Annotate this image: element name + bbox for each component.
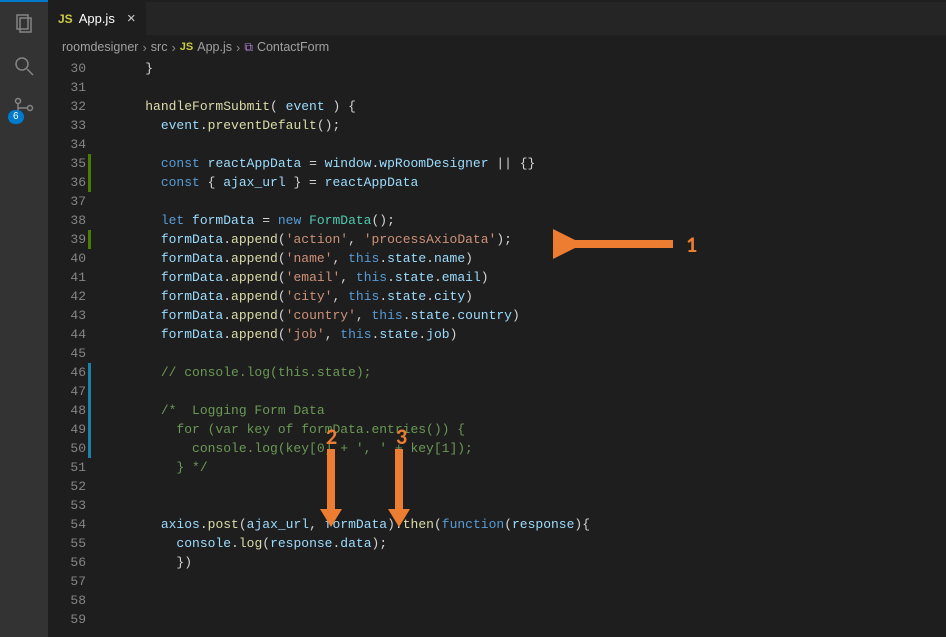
symbol-class-icon: ⧉ [244, 40, 253, 55]
code-line[interactable] [114, 344, 946, 363]
line-number: 44 [48, 325, 86, 344]
line-number: 58 [48, 591, 86, 610]
line-number: 48 [48, 401, 86, 420]
line-number: 57 [48, 572, 86, 591]
line-number: 43 [48, 306, 86, 325]
code-line[interactable]: formData.append('job', this.state.job) [114, 325, 946, 344]
code-line[interactable] [114, 496, 946, 515]
code-line[interactable]: for (var key of formData.entries()) { [114, 420, 946, 439]
code-line[interactable] [114, 192, 946, 211]
breadcrumb-item[interactable]: JSApp.js [180, 40, 232, 54]
code-line[interactable]: } [114, 59, 946, 78]
line-number: 30 [48, 59, 86, 78]
line-number: 49 [48, 420, 86, 439]
line-number: 52 [48, 477, 86, 496]
line-number: 53 [48, 496, 86, 515]
activity-bar: 6 [0, 0, 48, 637]
close-icon[interactable]: × [127, 10, 136, 27]
tab-app-js[interactable]: JS App.js × [48, 2, 146, 35]
tab-label: App.js [79, 11, 115, 26]
scm-badge: 6 [8, 110, 24, 124]
line-number: 40 [48, 249, 86, 268]
code-content[interactable]: } handleFormSubmit( event ) { event.prev… [100, 59, 946, 637]
code-line[interactable]: formData.append('city', this.state.city) [114, 287, 946, 306]
code-line[interactable]: formData.append('email', this.state.emai… [114, 268, 946, 287]
line-number: 50 [48, 439, 86, 458]
js-file-icon: JS [180, 41, 193, 53]
line-number: 59 [48, 610, 86, 629]
line-number: 42 [48, 287, 86, 306]
code-line[interactable]: const reactAppData = window.wpRoomDesign… [114, 154, 946, 173]
code-line[interactable]: } */ [114, 458, 946, 477]
line-number: 47 [48, 382, 86, 401]
line-number: 41 [48, 268, 86, 287]
source-control-icon[interactable]: 6 [12, 96, 36, 120]
chevron-right-icon: › [171, 40, 175, 55]
line-number: 31 [48, 78, 86, 97]
code-editor[interactable]: 3031323334353637383940414243444546474849… [48, 59, 946, 637]
code-line[interactable] [114, 477, 946, 496]
code-line[interactable]: let formData = new FormData(); [114, 211, 946, 230]
code-line[interactable]: // console.log(this.state); [114, 363, 946, 382]
line-number-gutter: 3031323334353637383940414243444546474849… [48, 59, 100, 637]
tab-bar: JS App.js × [48, 0, 946, 35]
code-line[interactable]: axios.post(ajax_url, formData).then(func… [114, 515, 946, 534]
line-number: 51 [48, 458, 86, 477]
vertical-scrollbar[interactable] [932, 59, 946, 637]
code-line[interactable]: formData.append('country', this.state.co… [114, 306, 946, 325]
breadcrumb-item[interactable]: ⧉ContactForm [244, 40, 329, 55]
search-icon[interactable] [12, 54, 36, 78]
line-number: 33 [48, 116, 86, 135]
line-number: 46 [48, 363, 86, 382]
code-line[interactable] [114, 78, 946, 97]
line-number: 36 [48, 173, 86, 192]
breadcrumb-item[interactable]: roomdesigner [62, 40, 138, 54]
line-number: 55 [48, 534, 86, 553]
chevron-right-icon: › [236, 40, 240, 55]
line-number: 32 [48, 97, 86, 116]
code-line[interactable] [114, 591, 946, 610]
line-number: 39 [48, 230, 86, 249]
editor-area: JS App.js × roomdesigner › src › JSApp.j… [48, 0, 946, 637]
code-line[interactable]: handleFormSubmit( event ) { [114, 97, 946, 116]
line-number: 45 [48, 344, 86, 363]
code-line[interactable] [114, 135, 946, 154]
code-line[interactable] [114, 610, 946, 629]
line-number: 35 [48, 154, 86, 173]
code-line[interactable]: }) [114, 553, 946, 572]
js-file-icon: JS [58, 12, 73, 26]
chevron-right-icon: › [142, 40, 146, 55]
line-number: 34 [48, 135, 86, 154]
breadcrumb-item[interactable]: src [151, 40, 168, 54]
line-number: 37 [48, 192, 86, 211]
code-line[interactable]: formData.append('action', 'processAxioDa… [114, 230, 946, 249]
code-line[interactable] [114, 572, 946, 591]
line-number: 38 [48, 211, 86, 230]
code-line[interactable] [114, 382, 946, 401]
code-line[interactable]: console.log(key[0] + ', ' + key[1]); [114, 439, 946, 458]
line-number: 56 [48, 553, 86, 572]
code-line[interactable]: event.preventDefault(); [114, 116, 946, 135]
code-line[interactable]: /* Logging Form Data [114, 401, 946, 420]
code-line[interactable]: formData.append('name', this.state.name) [114, 249, 946, 268]
code-line[interactable]: const { ajax_url } = reactAppData [114, 173, 946, 192]
line-number: 54 [48, 515, 86, 534]
breadcrumb[interactable]: roomdesigner › src › JSApp.js › ⧉Contact… [48, 35, 946, 59]
code-line[interactable]: console.log(response.data); [114, 534, 946, 553]
explorer-icon[interactable] [12, 12, 36, 36]
